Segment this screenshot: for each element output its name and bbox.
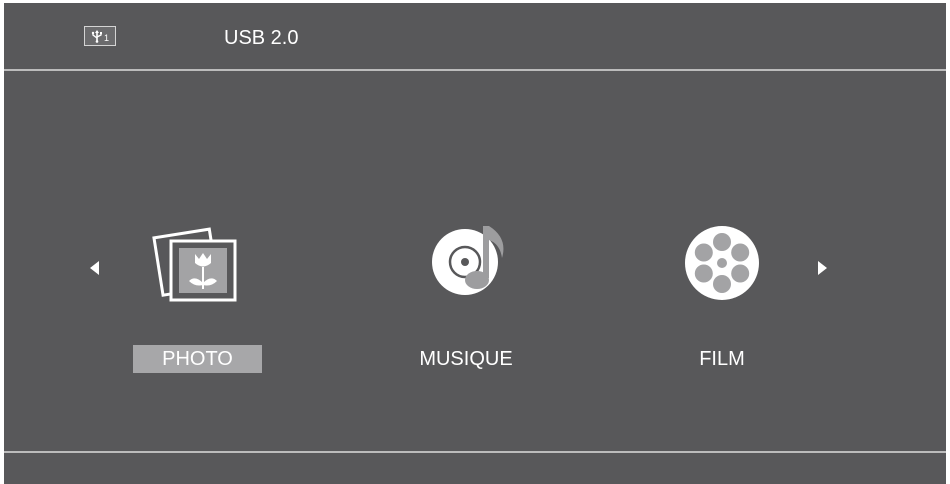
media-item-film-label[interactable]: FILM	[658, 345, 786, 373]
usb-icon: 1	[84, 26, 116, 46]
media-item-music-label[interactable]: MUSIQUE	[402, 345, 530, 373]
triangle-right-icon[interactable]	[818, 261, 827, 275]
footer-divider	[4, 451, 946, 453]
triangle-left-icon[interactable]	[90, 261, 99, 275]
header-divider	[4, 69, 946, 71]
device-name: USB 2.0	[224, 27, 299, 49]
photo-icon[interactable]	[152, 223, 238, 303]
film-reel-icon[interactable]	[684, 225, 760, 301]
media-browser-screen: 1 USB 2.0 PHOTO MUSIQUE FILM	[4, 3, 946, 484]
usb-port-number: 1	[103, 33, 109, 43]
music-disc-icon[interactable]	[428, 220, 514, 298]
media-item-photo-label[interactable]: PHOTO	[133, 345, 262, 373]
usb-trident-icon	[91, 29, 102, 43]
